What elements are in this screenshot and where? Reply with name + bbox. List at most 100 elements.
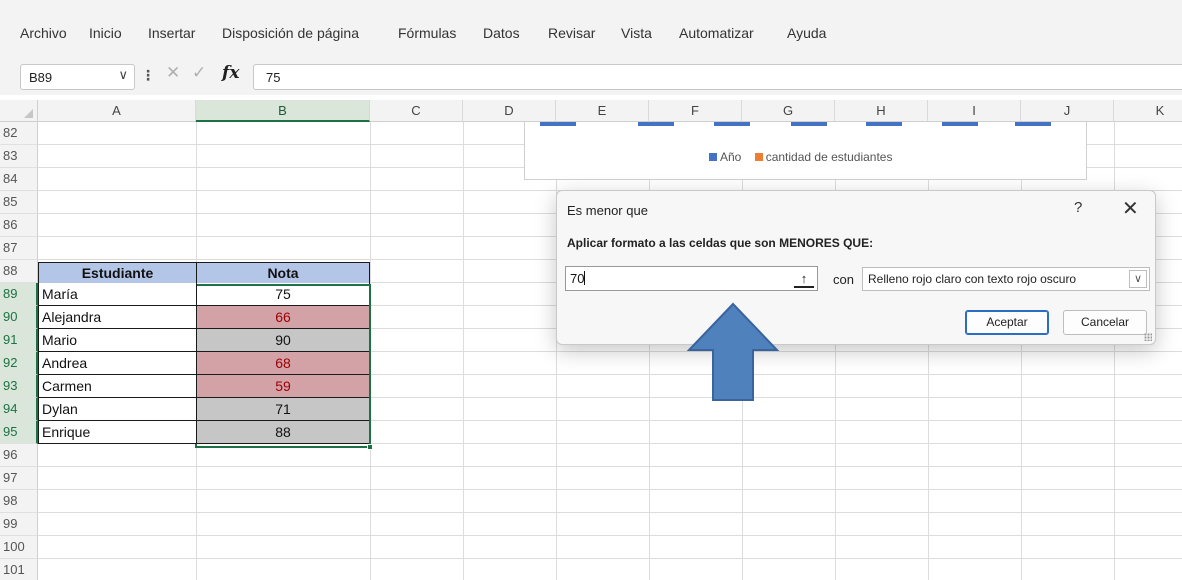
formula-input[interactable]: 75	[253, 64, 1182, 90]
column-header-d[interactable]: D	[463, 100, 556, 122]
chevron-down-icon[interactable]: ∨	[118, 67, 128, 83]
threshold-value: 70	[570, 271, 585, 286]
column-header-a[interactable]: A	[38, 100, 196, 122]
table-header-estudiante[interactable]: Estudiante	[38, 262, 197, 285]
chart-bar	[540, 122, 576, 126]
tab-disposicion-de-pagina[interactable]: Disposición de página	[222, 25, 359, 41]
tab-automatizar[interactable]: Automatizar	[679, 25, 754, 41]
close-icon[interactable]: ✕	[1122, 196, 1139, 221]
student-name-cell[interactable]: Mario	[38, 329, 197, 352]
student-name-cell[interactable]: Andrea	[38, 352, 197, 375]
formula-bar: B89 ∨ ⋮ ✕ ✓ fx 75	[0, 58, 1182, 95]
threshold-input[interactable]: 70 ↑	[565, 266, 818, 291]
row-header-95[interactable]: 95	[0, 421, 38, 444]
gridline	[370, 122, 371, 580]
column-header-h[interactable]: H	[835, 100, 928, 122]
resize-grip-icon[interactable]	[1144, 333, 1152, 341]
row-header-101[interactable]: 101	[0, 559, 38, 580]
table-header-nota[interactable]: Nota	[196, 262, 370, 285]
chart-bar	[791, 122, 827, 126]
chart-bar	[714, 122, 750, 126]
tab-inicio[interactable]: Inicio	[89, 25, 122, 41]
row-header-93[interactable]: 93	[0, 375, 38, 398]
chevron-down-icon[interactable]: ∨	[1129, 270, 1147, 288]
tab-formulas[interactable]: Fórmulas	[398, 25, 456, 41]
fill-handle[interactable]	[367, 444, 373, 450]
column-header-k[interactable]: K	[1114, 100, 1182, 122]
select-all-button[interactable]	[0, 100, 38, 122]
legend-label-ano: Año	[720, 150, 742, 164]
help-icon[interactable]: ?	[1074, 199, 1082, 216]
student-name-cell[interactable]: María	[38, 283, 197, 306]
gridline	[38, 558, 1182, 559]
row-header-86[interactable]: 86	[0, 214, 38, 237]
score-cell[interactable]: 90	[196, 329, 370, 352]
row-header-85[interactable]: 85	[0, 191, 38, 214]
column-header-g[interactable]: G	[742, 100, 835, 122]
dialog-title: Es menor que	[567, 203, 648, 218]
annotation-arrow-icon	[686, 302, 780, 401]
legend-label-cantidad: cantidad de estudiantes	[765, 150, 893, 164]
gridline	[38, 489, 1182, 490]
student-name-cell[interactable]: Dylan	[38, 398, 197, 421]
format-select[interactable]: Relleno rojo claro con texto rojo oscuro…	[862, 267, 1150, 291]
cancel-button[interactable]: Cancelar	[1063, 310, 1147, 335]
score-cell[interactable]: 66	[196, 306, 370, 329]
name-box[interactable]: B89 ∨	[20, 64, 135, 90]
tab-insertar[interactable]: Insertar	[148, 25, 195, 41]
row-header-92[interactable]: 92	[0, 352, 38, 375]
connector-label: con	[833, 272, 854, 287]
column-header-e[interactable]: E	[556, 100, 649, 122]
column-header-c[interactable]: C	[370, 100, 463, 122]
legend-swatch-ano	[709, 153, 717, 161]
tab-datos[interactable]: Datos	[483, 25, 520, 41]
ok-button[interactable]: Aceptar	[965, 310, 1049, 335]
gridline	[463, 122, 464, 580]
row-header-98[interactable]: 98	[0, 490, 38, 513]
score-cell[interactable]: 71	[196, 398, 370, 421]
row-header-96[interactable]: 96	[0, 444, 38, 467]
score-cell[interactable]: 75	[196, 283, 370, 306]
row-header-99[interactable]: 99	[0, 513, 38, 536]
less-than-dialog: Es menor que ? ✕ Aplicar formato a las c…	[556, 190, 1156, 345]
column-header-i[interactable]: I	[928, 100, 1021, 122]
score-cell[interactable]: 88	[196, 421, 370, 444]
cancel-icon[interactable]: ✕	[166, 63, 180, 83]
column-header-b[interactable]: B	[196, 100, 370, 122]
check-icon[interactable]: ✓	[192, 63, 206, 83]
row-header-89[interactable]: 89	[0, 283, 38, 306]
score-cell[interactable]: 59	[196, 375, 370, 398]
fx-icon[interactable]: fx	[222, 63, 239, 83]
ribbon-tabs: Archivo Inicio Insertar Disposición de p…	[0, 0, 1182, 58]
collapse-dialog-icon[interactable]: ↑	[794, 269, 814, 288]
student-name-cell[interactable]: Alejandra	[38, 306, 197, 329]
row-header-100[interactable]: 100	[0, 536, 38, 559]
chart-legend: Año cantidad de estudiantes	[709, 150, 892, 164]
chart-bar	[942, 122, 978, 126]
tab-archivo[interactable]: Archivo	[20, 25, 67, 41]
row-header-91[interactable]: 91	[0, 329, 38, 352]
row-header-94[interactable]: 94	[0, 398, 38, 421]
student-name-cell[interactable]: Enrique	[38, 421, 197, 444]
chart[interactable]: Año cantidad de estudiantes	[524, 122, 1087, 180]
gridline	[38, 512, 1182, 513]
chart-bar	[866, 122, 902, 126]
row-header-97[interactable]: 97	[0, 467, 38, 490]
row-header-87[interactable]: 87	[0, 237, 38, 260]
text-caret	[584, 271, 586, 285]
formula-value: 75	[266, 70, 281, 85]
row-header-88[interactable]: 88	[0, 260, 38, 283]
tab-ayuda[interactable]: Ayuda	[787, 25, 826, 41]
student-name-cell[interactable]: Carmen	[38, 375, 197, 398]
row-header-82[interactable]: 82	[0, 122, 38, 145]
score-cell[interactable]: 68	[196, 352, 370, 375]
column-header-f[interactable]: F	[649, 100, 742, 122]
format-select-value: Relleno rojo claro con texto rojo oscuro	[868, 272, 1077, 286]
column-header-j[interactable]: J	[1021, 100, 1114, 122]
row-header-90[interactable]: 90	[0, 306, 38, 329]
tab-vista[interactable]: Vista	[621, 25, 652, 41]
tab-revisar[interactable]: Revisar	[548, 25, 595, 41]
row-header-84[interactable]: 84	[0, 168, 38, 191]
row-header-83[interactable]: 83	[0, 145, 38, 168]
more-icon[interactable]: ⋮	[141, 67, 155, 84]
